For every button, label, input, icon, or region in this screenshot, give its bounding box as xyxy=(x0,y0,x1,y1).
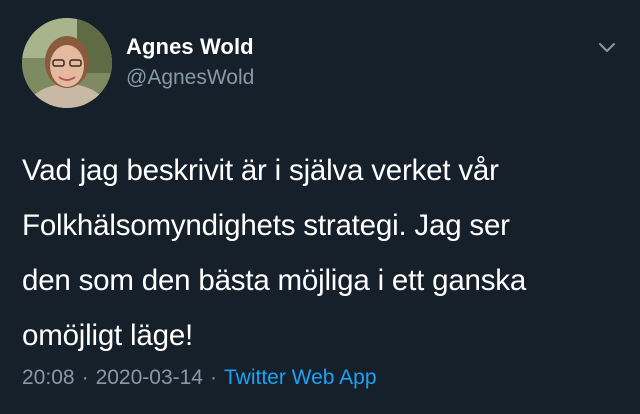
chevron-down-icon[interactable] xyxy=(596,40,618,56)
tweet-time[interactable]: 20:08 xyxy=(22,366,75,389)
meta-separator: · xyxy=(209,366,217,389)
tweet-text-line: den som den bästa möjliga i ett ganska xyxy=(22,264,527,297)
tweet-text-line: Folkhälsomyndighets strategi. Jag ser xyxy=(22,209,510,242)
tweet-meta: 20:08 · 2020-03-14 · Twitter Web App xyxy=(22,366,377,390)
tweet-date[interactable]: 2020-03-14 xyxy=(96,366,203,389)
author-name[interactable]: Agnes Wold xyxy=(126,34,254,60)
author-handle[interactable]: @AgnesWold xyxy=(126,66,254,90)
tweet-text-line: omöjligt läge! xyxy=(22,319,194,352)
tweet-card: Agnes Wold @AgnesWold Vad jag beskrivit … xyxy=(0,0,640,414)
tweet-source-link[interactable]: Twitter Web App xyxy=(224,366,377,389)
avatar-photo-icon xyxy=(22,18,112,108)
avatar[interactable] xyxy=(22,18,112,108)
tweet-text: Vad jag beskrivit är i själva verket vår… xyxy=(22,143,622,363)
meta-separator: · xyxy=(81,366,89,389)
tweet-text-line: Vad jag beskrivit är i själva verket vår xyxy=(22,154,499,187)
